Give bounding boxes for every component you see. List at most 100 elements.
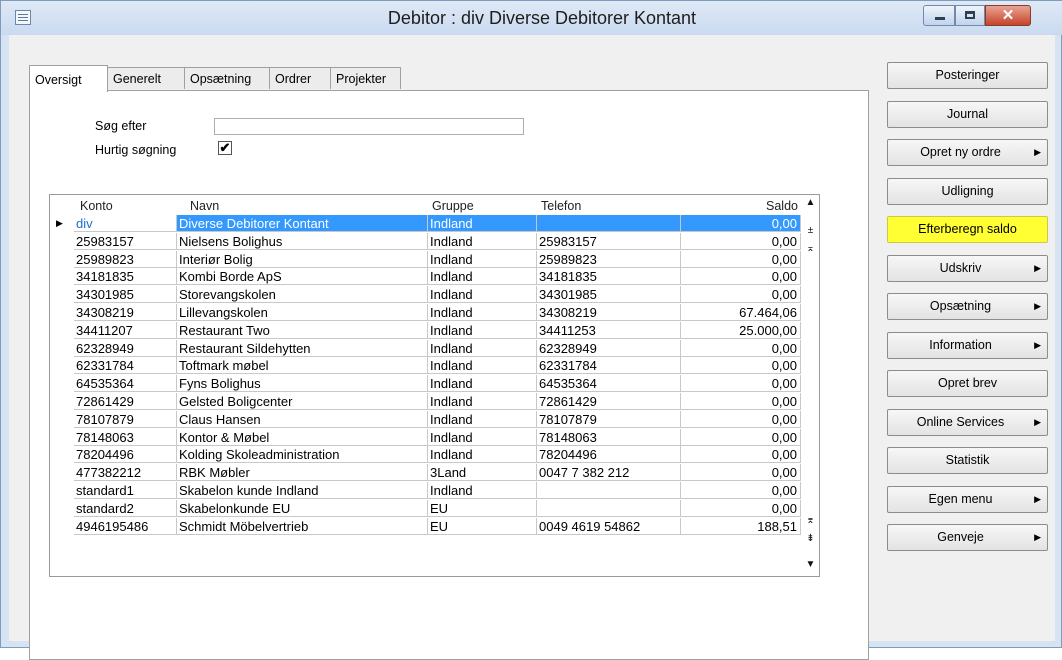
cell-konto[interactable]: 34301985 [74, 286, 177, 304]
cell-saldo[interactable]: 0,00 [681, 268, 801, 286]
scroll-page-down-icon[interactable]: ⌆ [804, 515, 817, 526]
search-input[interactable] [214, 118, 524, 135]
cell-navn[interactable]: Lillevangskolen [177, 304, 428, 321]
online-services-button[interactable]: Online Services ▶ [887, 408, 1048, 436]
cell-gruppe[interactable]: EU [428, 499, 537, 517]
cell-navn[interactable]: Fyns Bolighus [177, 375, 428, 393]
cell-saldo[interactable]: 0,00 [681, 393, 801, 410]
cell-saldo[interactable]: 0,00 [681, 464, 801, 482]
table-row[interactable]: 34411207 Restaurant Two Indland 34411253 25.… [50, 321, 801, 339]
cell-konto[interactable]: 25983157 [74, 232, 177, 250]
cell-konto[interactable]: div [74, 215, 177, 232]
cell-telefon[interactable]: 64535364 [537, 375, 681, 393]
table-row[interactable]: 78148063 Kontor & Møbel Indland 78148063 0,0… [50, 428, 801, 446]
scroll-top-icon[interactable]: ± [804, 225, 817, 236]
cell-saldo[interactable]: 0,00 [681, 339, 801, 357]
table-row[interactable]: 78204496 Kolding Skoleadministration Indla… [50, 446, 801, 464]
cell-navn[interactable]: Gelsted Boligcenter [177, 393, 428, 410]
table-row[interactable]: 25989823 Interiør Bolig Indland 25989823 0,0… [50, 250, 801, 268]
title-bar[interactable]: Debitor : div Diverse Debitorer Kontant … [1, 1, 1062, 35]
table-row[interactable]: ▶ div Diverse Debitorer Kontant Indland 0,00 [50, 215, 801, 232]
cell-navn[interactable]: Kombi Borde ApS [177, 268, 428, 286]
cell-saldo[interactable]: 0,00 [681, 375, 801, 393]
cell-gruppe[interactable]: 3Land [428, 464, 537, 482]
cell-telefon[interactable]: 34411253 [537, 321, 681, 339]
cell-telefon[interactable]: 0049 4619 54862 [537, 517, 681, 535]
table-row[interactable]: 62328949 Restaurant Sildehytten Indland 623… [50, 339, 801, 357]
opret-brev-button[interactable]: Opret brev [887, 370, 1048, 397]
column-header-konto[interactable]: Konto [80, 199, 113, 213]
cell-telefon[interactable]: 0047 7 382 212 [537, 464, 681, 482]
cell-telefon[interactable]: 34308219 [537, 304, 681, 321]
table-row[interactable]: standard2 Skabelonkunde EU EU 0,00 [50, 499, 801, 517]
tab-ops-tning[interactable]: Opsætning [184, 67, 270, 89]
cell-telefon[interactable]: 62331784 [537, 357, 681, 375]
tab-oversigt[interactable]: Oversigt [29, 65, 108, 92]
cell-saldo[interactable]: 25.000,00 [681, 321, 801, 339]
cell-gruppe[interactable]: Indland [428, 482, 537, 499]
cell-saldo[interactable]: 0,00 [681, 482, 801, 499]
cell-konto[interactable]: 34411207 [74, 321, 177, 339]
scroll-step-down-icon[interactable]: ⇟ [804, 533, 817, 544]
cell-konto[interactable]: 78204496 [74, 446, 177, 464]
cell-gruppe[interactable]: Indland [428, 215, 537, 232]
cell-telefon[interactable]: 72861429 [537, 393, 681, 410]
table-row[interactable]: 78107879 Claus Hansen Indland 78107879 0,00 [50, 410, 801, 428]
cell-navn[interactable]: RBK Møbler [177, 464, 428, 482]
cell-telefon[interactable]: 34181835 [537, 268, 681, 286]
cell-telefon[interactable] [537, 499, 681, 517]
cell-gruppe[interactable]: Indland [428, 286, 537, 304]
udligning-button[interactable]: Udligning [887, 177, 1048, 205]
table-row[interactable]: 34181835 Kombi Borde ApS Indland 34181835 0,… [50, 268, 801, 286]
cell-saldo[interactable]: 0,00 [681, 499, 801, 517]
close-button[interactable]: ✕ [985, 5, 1031, 26]
cell-telefon[interactable]: 34301985 [537, 286, 681, 304]
opsaetning-button[interactable]: Opsætning ▶ [887, 293, 1048, 320]
cell-saldo[interactable]: 0,00 [681, 446, 801, 464]
column-header-telefon[interactable]: Telefon [541, 199, 581, 213]
cell-konto[interactable]: standard2 [74, 499, 177, 517]
cell-saldo[interactable]: 188,51 [681, 517, 801, 535]
cell-gruppe[interactable]: Indland [428, 410, 537, 428]
cell-gruppe[interactable]: Indland [428, 446, 537, 464]
cell-saldo[interactable]: 0,00 [681, 232, 801, 250]
cell-gruppe[interactable]: Indland [428, 268, 537, 286]
table-row[interactable]: standard1 Skabelon kunde Indland Indland 0,… [50, 482, 801, 499]
customer-grid[interactable]: Konto Navn Gruppe Telefon Saldo ▶ div Diverse … [49, 194, 820, 577]
vertical-scrollbar[interactable]: ▲ ± ⌅ ⌆ ⇟ ▼ [802, 195, 819, 576]
table-row[interactable]: 34301985 Storevangskolen Indland 34301985 0,… [50, 286, 801, 304]
cell-gruppe[interactable]: Indland [428, 375, 537, 393]
cell-gruppe[interactable]: Indland [428, 321, 537, 339]
udskriv-button[interactable]: Udskriv ▶ [887, 254, 1048, 282]
cell-saldo[interactable]: 0,00 [681, 286, 801, 304]
cell-gruppe[interactable]: Indland [428, 357, 537, 375]
cell-navn[interactable]: Schmidt Möbelvertrieb [177, 517, 428, 535]
cell-navn[interactable]: Interiør Bolig [177, 250, 428, 268]
cell-konto[interactable]: 34308219 [74, 304, 177, 321]
cell-gruppe[interactable]: EU [428, 517, 537, 535]
cell-gruppe[interactable]: Indland [428, 304, 537, 321]
cell-konto[interactable]: 25989823 [74, 250, 177, 268]
cell-navn[interactable]: Storevangskolen [177, 286, 428, 304]
cell-navn[interactable]: Restaurant Sildehytten [177, 339, 428, 357]
tab-projekter[interactable]: Projekter [330, 67, 401, 89]
cell-telefon[interactable]: 78107879 [537, 410, 681, 428]
cell-konto[interactable]: 477382212 [74, 464, 177, 482]
cell-navn[interactable]: Nielsens Bolighus [177, 232, 428, 250]
cell-konto[interactable]: 64535364 [74, 375, 177, 393]
information-button[interactable]: Information ▶ [887, 331, 1048, 359]
cell-konto[interactable]: 78107879 [74, 410, 177, 428]
cell-telefon[interactable] [537, 215, 681, 232]
tab-ordrer[interactable]: Ordrer [269, 67, 331, 89]
cell-gruppe[interactable]: Indland [428, 339, 537, 357]
cell-saldo[interactable]: 0,00 [681, 410, 801, 428]
cell-navn[interactable]: Toftmark møbel [177, 357, 428, 375]
cell-telefon[interactable]: 25989823 [537, 250, 681, 268]
scroll-up-icon[interactable]: ▲ [804, 197, 817, 208]
cell-gruppe[interactable]: Indland [428, 393, 537, 410]
minimize-button[interactable] [923, 5, 955, 26]
cell-navn[interactable]: Restaurant Two [177, 321, 428, 339]
cell-telefon[interactable]: 78148063 [537, 428, 681, 446]
tab-generelt[interactable]: Generelt [107, 67, 185, 89]
cell-konto[interactable]: 78148063 [74, 428, 177, 446]
